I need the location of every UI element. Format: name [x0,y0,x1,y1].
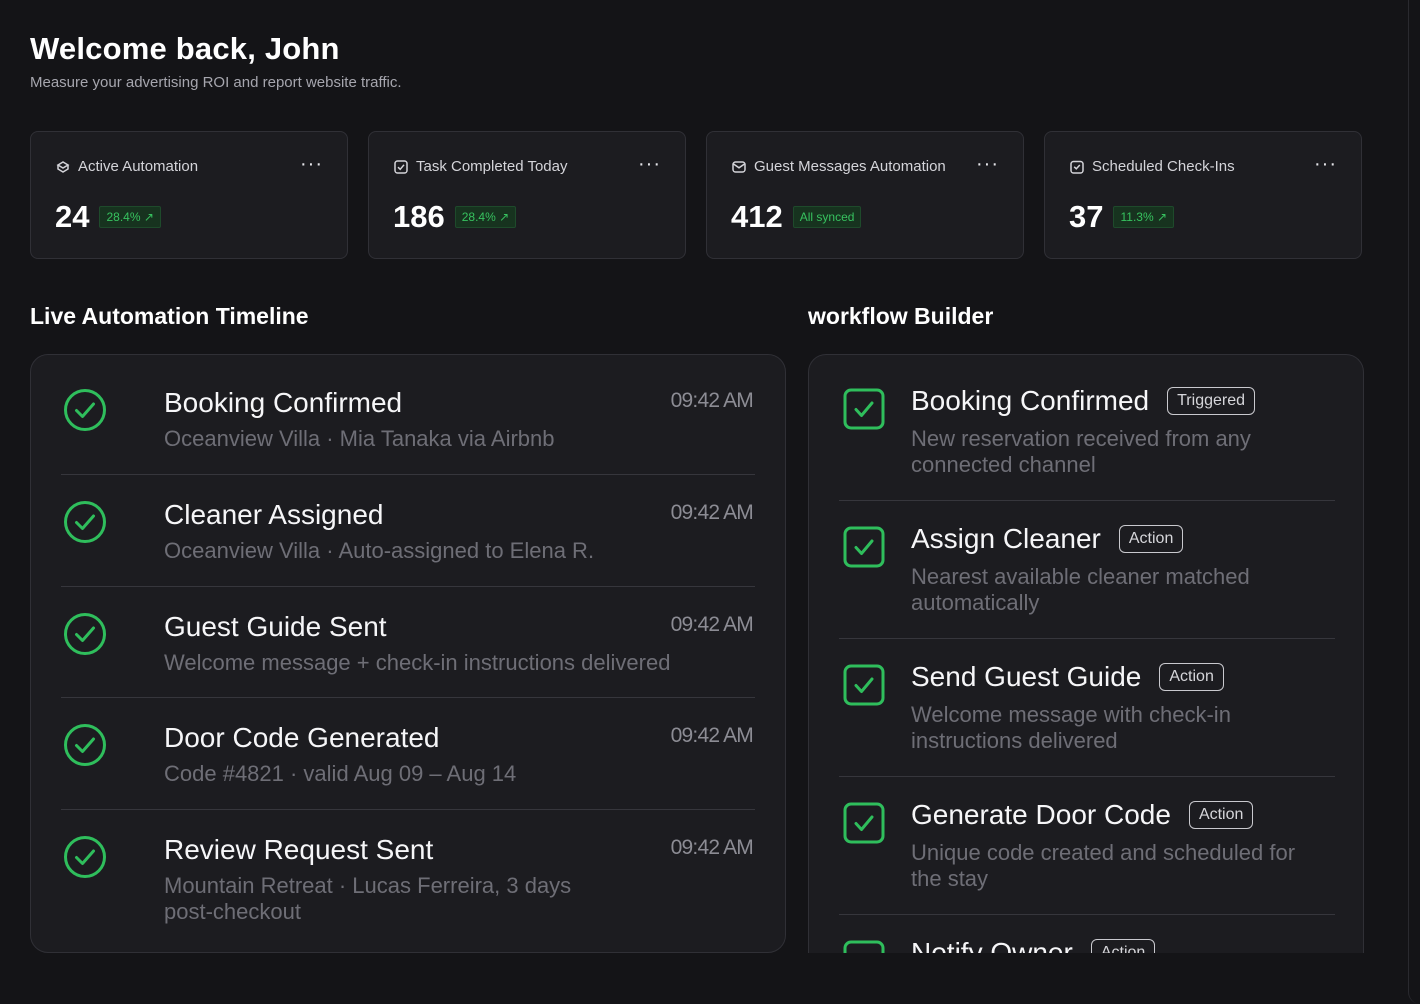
timeline-item-subtitle: Code #4821 · valid Aug 09 – Aug 14 [164,761,517,786]
timeline-item[interactable]: Booking Confirmed Oceanview Villa · Mia … [61,355,755,475]
workflow-step-tag: Triggered [1167,387,1256,415]
stat-badge: 11.3% ↗ [1113,206,1175,228]
window-edge [1408,0,1420,1004]
checkbox-icon [394,159,408,174]
workflow-title: workflow Builder [808,303,994,329]
workflow-step-header: Booking Confirmed Triggered [911,385,1256,417]
stat-card-task-completed: Task Completed Today ··· 186 28.4% ↗ [368,131,686,259]
timeline-item-title: Booking Confirmed [164,387,403,418]
stat-card-scheduled-checkins: Scheduled Check-Ins ··· 37 11.3% ↗ [1044,131,1362,259]
timeline-item-time: 09:42 AM [670,836,754,859]
workflow-step-description: Welcome message with check-in instructio… [911,702,1231,753]
message-icon [732,160,746,173]
timeline-item[interactable]: Cleaner Assigned Oceanview Villa · Auto-… [61,475,755,587]
stat-card-guest-messages: Guest Messages Automation ··· 412 All sy… [706,131,1024,259]
workflow-step-header: Assign Cleaner Action [911,523,1184,555]
check-circle-icon [64,836,106,878]
timeline-item-time: 09:42 AM [670,501,754,524]
stat-badge: 28.4% ↗ [454,206,517,228]
stat-header: Scheduled Check-Ins [1069,158,1235,175]
timeline-item-subtitle: Welcome message + check-in instructions … [164,650,671,675]
more-options-button[interactable]: ··· [300,154,323,174]
timeline-item-time: 09:42 AM [670,613,754,636]
stat-label: Task Completed Today [416,158,568,175]
workflow-step-header: Generate Door Code Action [911,799,1254,831]
workflow-step-description: Unique code created and scheduled for th… [911,840,1296,891]
robot-icon [56,160,70,173]
timeline-item-subtitle: Mountain Retreat · Lucas Ferreira, 3 day… [164,873,572,924]
workflow-step[interactable]: Notify Owner Action [839,915,1335,953]
workflow-step-description: Nearest available cleaner matched automa… [911,564,1250,615]
timeline-item-subtitle: Oceanview Villa · Mia Tanaka via Airbnb [164,426,555,451]
workflow-step-tag: Action [1090,939,1156,953]
calendar-check-icon [1070,160,1084,174]
stat-label: Guest Messages Automation [754,158,946,175]
stat-label: Active Automation [78,158,199,175]
timeline-item-subtitle: Oceanview Villa · Auto-assigned to Elena… [164,538,595,563]
check-circle-icon [64,389,106,431]
workflow-step-title: Generate Door Code [911,799,1171,830]
timeline-item[interactable]: Guest Guide Sent Welcome message + check… [61,587,755,698]
checkbox-checked-icon [843,388,885,430]
workflow-step-tag: Action [1188,801,1254,829]
workflow-step-description: New reservation received from any connec… [911,426,1251,477]
stat-value-row: 412 All synced [731,199,862,235]
stat-card-active-automation: Active Automation ··· 24 28.4% ↗ [30,131,348,259]
timeline-item[interactable]: Review Request Sent Mountain Retreat · L… [61,810,755,950]
timeline-item-title: Review Request Sent [164,834,434,865]
workflow-step-tag: Action [1118,525,1184,553]
workflow-step[interactable]: Booking Confirmed Triggered New reservat… [839,355,1335,501]
workflow-step-header: Send Guest Guide Action [911,661,1224,693]
stat-value: 24 [55,199,90,234]
stat-value-row: 37 11.3% ↗ [1069,199,1175,235]
stat-value-row: 186 28.4% ↗ [393,199,517,235]
workflow-step-title: Booking Confirmed [911,385,1150,416]
more-options-button[interactable]: ··· [976,154,999,174]
page-title: Welcome back, John [30,31,340,66]
workflow-step-title: Send Guest Guide [911,661,1142,692]
stat-badge: All synced [792,206,862,228]
stat-label: Scheduled Check-Ins [1092,158,1235,175]
check-circle-icon [64,613,106,655]
timeline-item-title: Guest Guide Sent [164,611,387,642]
workflow-step[interactable]: Generate Door Code Action Unique code cr… [839,777,1335,915]
checkbox-checked-icon [843,802,885,844]
timeline-title: Live Automation Timeline [30,303,309,329]
check-circle-icon [64,724,106,766]
stats-row: Active Automation ··· 24 28.4% ↗ Task Co… [30,131,1362,259]
checkbox-checked-icon [843,526,885,568]
timeline-item-title: Door Code Generated [164,722,440,753]
stat-badge: 28.4% ↗ [99,206,161,228]
timeline-item-time: 09:42 AM [670,389,754,412]
workflow-step[interactable]: Send Guest Guide Action Welcome message … [839,639,1335,777]
stat-value: 412 [731,199,783,234]
dashboard-page: Welcome back, John Measure your advertis… [0,0,1420,1004]
timeline-panel: Booking Confirmed Oceanview Villa · Mia … [30,354,786,953]
stat-value: 186 [393,199,445,234]
workflow-panel: Booking Confirmed Triggered New reservat… [808,354,1364,953]
stat-header: Guest Messages Automation [731,158,946,175]
timeline-item[interactable]: Door Code Generated Code #4821 · valid A… [61,698,755,810]
more-options-button[interactable]: ··· [1314,154,1337,174]
workflow-step-title: Notify Owner [911,937,1073,953]
workflow-step[interactable]: Assign Cleaner Action Nearest available … [839,501,1335,639]
stat-value: 37 [1069,199,1104,234]
more-options-button[interactable]: ··· [638,154,661,174]
timeline-item-time: 09:42 AM [670,724,754,747]
stat-header: Task Completed Today [393,158,567,175]
check-circle-icon [64,501,106,543]
stat-value-row: 24 28.4% ↗ [55,199,161,235]
stat-header: Active Automation [55,158,198,175]
workflow-step-tag: Action [1159,663,1224,691]
workflow-step-title: Assign Cleaner [911,523,1101,554]
checkbox-checked-icon [843,664,885,706]
timeline-item-title: Cleaner Assigned [164,499,384,530]
page-subtitle: Measure your advertising ROI and report … [30,74,402,91]
checkbox-checked-icon [843,940,885,953]
workflow-step-header: Notify Owner Action [911,937,1156,953]
